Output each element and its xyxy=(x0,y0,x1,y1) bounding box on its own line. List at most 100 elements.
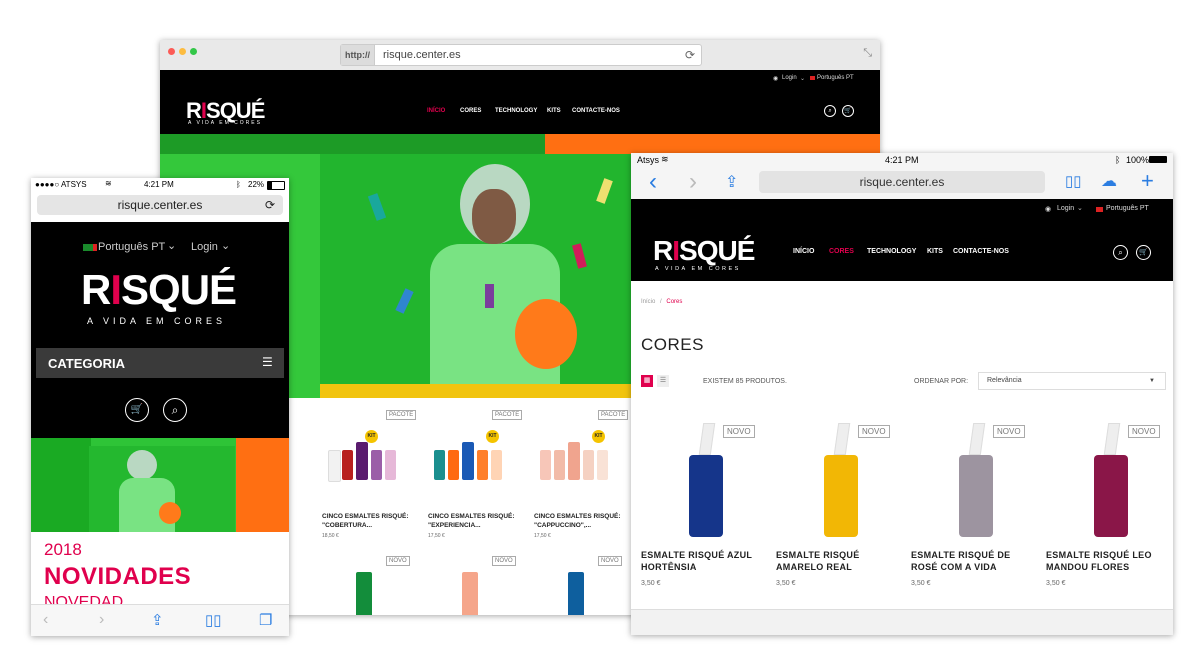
minimize-window-dot[interactable] xyxy=(179,48,186,55)
list-view-icon[interactable]: ☰ xyxy=(657,375,669,387)
menu-item-technology[interactable]: TECHNOLOGY xyxy=(495,108,537,114)
user-icon: ◉ xyxy=(773,76,779,82)
phone-status-bar: ●●●●○ ATSYS ≋ 4:21 PM ᛒ 22% xyxy=(31,178,289,192)
search-icon[interactable]: ⌕ xyxy=(824,105,836,117)
product-tag: NOVO xyxy=(723,425,755,438)
language-selector[interactable]: Português PT xyxy=(1106,205,1149,212)
menu-item-kits[interactable]: KITS xyxy=(547,108,561,114)
phone-address-bar[interactable]: risque.center.es ⟳ xyxy=(37,195,283,215)
bottle xyxy=(356,442,368,480)
search-icon[interactable]: ⌕ xyxy=(163,398,187,422)
url-text: risque.center.es xyxy=(383,49,461,61)
sort-select-value: Relevância xyxy=(987,377,1022,384)
bottle xyxy=(959,455,993,537)
language-selector[interactable]: Português PT xyxy=(98,241,165,253)
product-card[interactable]: NOVO xyxy=(500,552,622,615)
list-menu-icon[interactable]: ☰ xyxy=(262,355,273,369)
product-card[interactable]: NOVO xyxy=(394,552,516,615)
sort-select[interactable]: Relevância ▼ xyxy=(978,372,1166,390)
menu-item-inicio[interactable]: INÍCIO xyxy=(793,248,814,255)
product-name[interactable]: CINCO ESMALTES RISQUÉ: "CAPPUCCINO",... xyxy=(534,512,634,530)
tablet-status-bar: Atsys ≋ 4:21 PM ᛒ 100% xyxy=(631,153,1173,167)
product-price: 17,50 € xyxy=(428,533,445,539)
brand-logo[interactable]: RISQUÉ xyxy=(81,266,237,313)
forward-icon[interactable]: › xyxy=(99,611,104,629)
cloud-tabs-icon[interactable]: ☁ xyxy=(1101,171,1117,191)
product-name[interactable]: ESMALTE RISQUÉ DE ROSÉ COM A VIDA xyxy=(911,549,1041,573)
cart-icon[interactable]: 🛒 xyxy=(842,105,854,117)
product-name-line: ESMALTE RISQUÉ LEO xyxy=(1046,550,1152,560)
category-menu-bar[interactable]: CATEGORIA ☰ xyxy=(36,348,284,378)
product-name[interactable]: ESMALTE RISQUÉ AZUL HORTÊNSIA xyxy=(641,549,771,573)
orange-egg-shape xyxy=(159,502,181,524)
product-card[interactable]: NOVO ESMALTE RISQUÉ AZUL HORTÊNSIA 3,50 € xyxy=(641,415,771,595)
product-card[interactable]: PACOTE KIT CINCO ESMALTES RISQUÉ: "EXPER… xyxy=(394,402,523,542)
product-card[interactable]: NOVO ESMALTE RISQUÉ AMARELO REAL 3,50 € xyxy=(776,415,906,595)
menu-item-technology[interactable]: TECHNOLOGY xyxy=(867,248,916,255)
menu-item-cores[interactable]: CORES xyxy=(460,108,481,114)
bottle xyxy=(448,450,459,480)
phone-hero-banner[interactable] xyxy=(31,438,289,532)
share-icon[interactable]: ⇪ xyxy=(151,611,164,629)
bookmarks-icon[interactable]: ▯▯ xyxy=(205,611,222,629)
menu-item-cores[interactable]: CORES xyxy=(829,248,854,255)
bottle xyxy=(342,450,353,480)
product-card[interactable]: NOVO xyxy=(288,552,410,615)
chevron-down-icon: ⌄ xyxy=(167,240,177,252)
product-card[interactable]: PACOTE KIT CINCO ESMALTES RISQUÉ: "CAPPU… xyxy=(500,402,629,542)
menu-item-inicio[interactable]: INÍCIO xyxy=(427,108,445,114)
back-icon[interactable]: ‹ xyxy=(43,611,48,629)
forward-icon[interactable]: › xyxy=(689,168,697,196)
desktop-address-bar[interactable]: http:// risque.center.es ⟳ xyxy=(340,44,702,66)
login-link[interactable]: Login xyxy=(1057,205,1074,212)
cart-icon[interactable]: 🛒 xyxy=(1136,245,1151,260)
brand-logo[interactable]: RISQUÉ xyxy=(653,235,755,267)
bookmarks-icon[interactable]: ▯▯ xyxy=(1065,172,1082,190)
product-name[interactable]: ESMALTE RISQUÉ LEO MANDOU FLORES xyxy=(1046,549,1173,573)
menu-item-contacte[interactable]: CONTACTE-NOS xyxy=(953,248,1009,255)
product-card[interactable]: NOVO ESMALTE RISQUÉ LEO MANDOU FLORES 3,5… xyxy=(1046,415,1173,595)
brand-tagline: A VIDA EM CORES xyxy=(87,316,227,326)
bottle-cap xyxy=(968,423,986,455)
desktop-site-topbar: ◉ Login ⌄ Português PT xyxy=(160,70,880,88)
breadcrumb-home[interactable]: Início xyxy=(641,299,655,305)
logo-letter: R xyxy=(653,235,673,266)
desktop-browser-chrome: http:// risque.center.es ⟳ ⤡ xyxy=(160,40,880,71)
reload-icon[interactable]: ⟳ xyxy=(265,195,275,215)
fullscreen-icon[interactable]: ⤡ xyxy=(863,47,872,60)
cart-icon[interactable]: 🛒 xyxy=(125,398,149,422)
bottle-cap xyxy=(1103,423,1121,455)
menu-item-contacte[interactable]: CONTACTE-NOS xyxy=(572,108,620,114)
battery-icon xyxy=(267,181,285,190)
portugal-flag-icon xyxy=(83,244,97,251)
language-selector[interactable]: Português PT xyxy=(817,75,854,81)
grid-view-icon[interactable]: ▦ xyxy=(641,375,653,387)
product-name[interactable]: ESMALTE RISQUÉ AMARELO REAL xyxy=(776,549,906,573)
product-card[interactable]: NOVO ESMALTE RISQUÉ DE ROSÉ COM A VIDA 3,… xyxy=(911,415,1041,595)
logo-letter-accent: I xyxy=(110,266,122,313)
brand-tagline: A VIDA EM CORES xyxy=(655,266,741,272)
reload-icon[interactable]: ⟳ xyxy=(685,45,695,65)
chevron-down-icon: ⌄ xyxy=(800,76,806,82)
new-tab-icon[interactable]: + xyxy=(1141,168,1154,194)
product-price: 3,50 € xyxy=(641,580,661,587)
maximize-window-dot[interactable] xyxy=(190,48,197,55)
tablet-site-topbar: ◉ Login ⌄ Português PT xyxy=(631,199,1173,221)
back-icon[interactable]: ‹ xyxy=(649,168,657,196)
tablet-address-bar[interactable]: risque.center.es xyxy=(759,171,1045,193)
carrier-label: ●●●●○ ATSYS xyxy=(35,180,87,189)
tabs-icon[interactable]: ❐ xyxy=(259,611,272,629)
wifi-icon: ≋ xyxy=(105,179,112,188)
desktop-product-grid: PACOTE KIT CINCO ESMALTES RISQUÉ: "COBER… xyxy=(288,402,630,615)
search-icon[interactable]: ⌕ xyxy=(1113,245,1128,260)
model-face-shape xyxy=(472,189,516,244)
close-window-dot[interactable] xyxy=(168,48,175,55)
menu-item-kits[interactable]: KITS xyxy=(927,248,943,255)
share-icon[interactable]: ⇪ xyxy=(725,172,738,192)
battery-icon xyxy=(1149,156,1167,163)
login-link[interactable]: Login xyxy=(782,75,797,81)
product-card[interactable]: PACOTE KIT CINCO ESMALTES RISQUÉ: "COBER… xyxy=(288,402,417,542)
bottle xyxy=(434,450,445,480)
login-link[interactable]: Login xyxy=(191,241,218,253)
logo-letters: SQUÉ xyxy=(679,235,755,266)
